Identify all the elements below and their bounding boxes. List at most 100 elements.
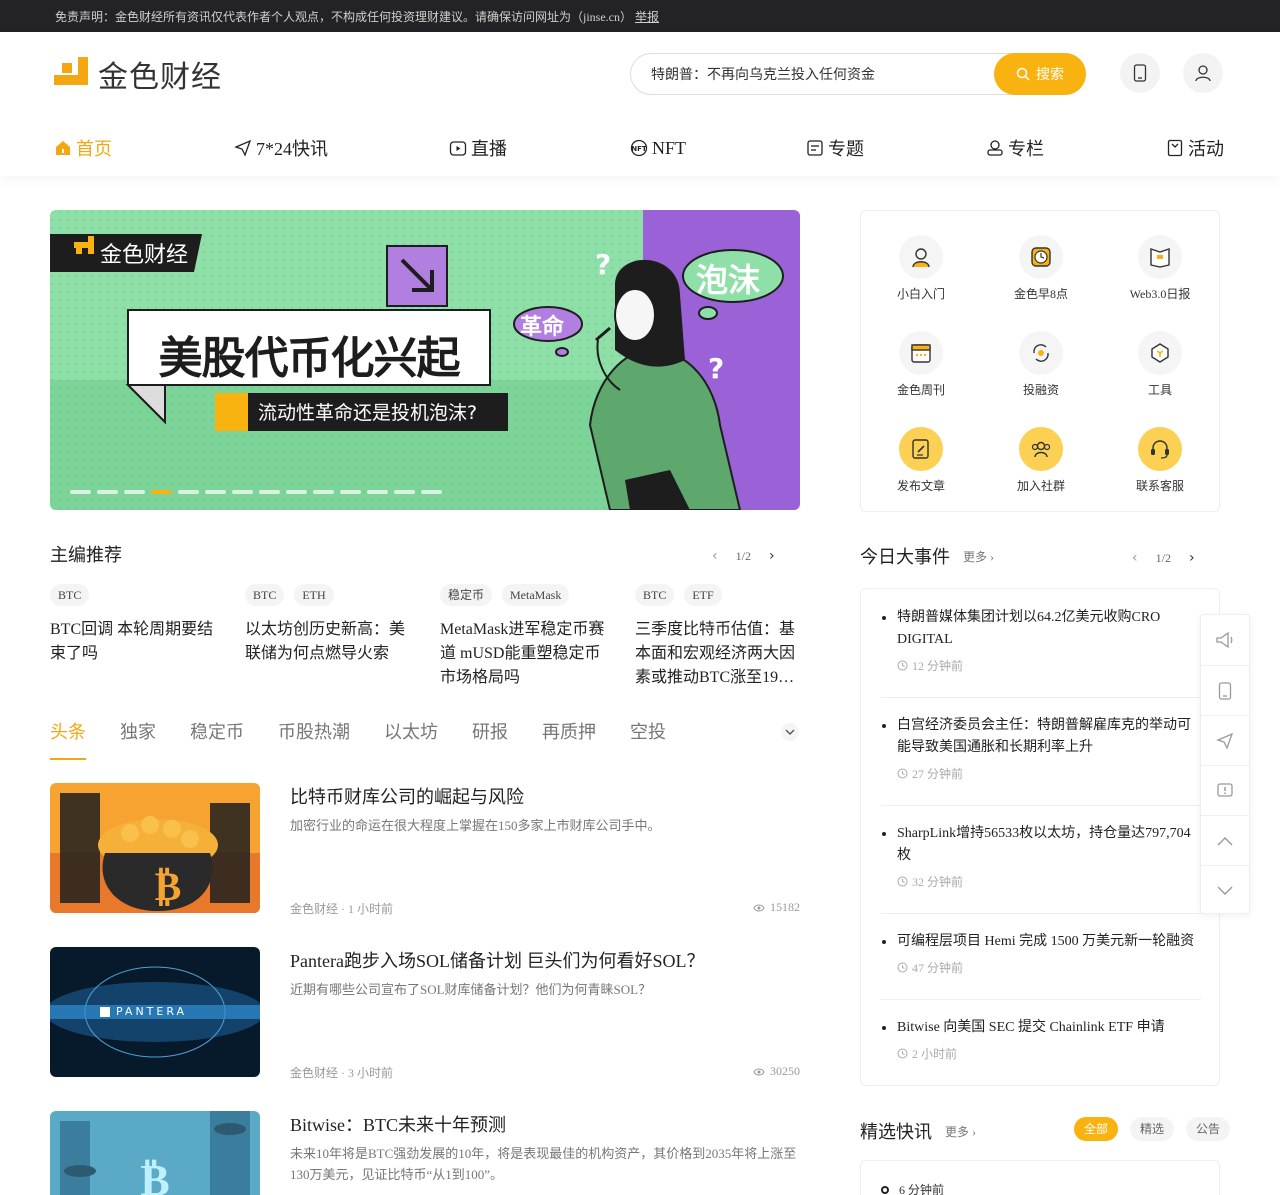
mobile-app-button[interactable] [1201, 665, 1249, 715]
prev-page-icon[interactable]: ‹ [1132, 550, 1138, 566]
banner-dot[interactable] [151, 490, 172, 494]
tab-ethereum[interactable]: 以太坊 [384, 718, 438, 760]
article-item[interactable]: PANTERA Pantera跑步入场SOL储备计划 巨头们为何看好SOL？ 近… [50, 947, 800, 1080]
tab-airdrop[interactable]: 空投 [630, 718, 666, 760]
tag[interactable]: ETF [684, 584, 722, 606]
filter-featured[interactable]: 精选 [1130, 1117, 1175, 1141]
editor-pick-item[interactable]: BTC ETH 以太坊创历史新高：美联储为何点燃导火索 [245, 584, 410, 666]
article-title[interactable]: Pantera跑步入场SOL储备计划 巨头们为何看好SOL？ [290, 947, 704, 973]
article-thumbnail[interactable]: PANTERA [50, 947, 260, 1077]
event-title[interactable]: 特朗普媒体集团计划以64.2亿美元收购CRO DIGITAL [881, 607, 1201, 651]
article-thumbnail[interactable]: ₿ [50, 1111, 260, 1195]
banner-dot[interactable] [259, 490, 280, 494]
tab-exclusive[interactable]: 独家 [120, 718, 156, 760]
nav-home[interactable]: 首页 [54, 132, 112, 164]
banner-dot[interactable] [97, 490, 118, 494]
divider [881, 697, 1201, 698]
feedback-button[interactable] [1201, 765, 1249, 815]
banner-dot[interactable] [205, 490, 226, 494]
banner-dot[interactable] [340, 490, 361, 494]
search-input[interactable] [651, 64, 991, 84]
event-item[interactable]: 白宫经济委员会主任：特朗普解雇库克的举动可能导致美国通胀和长期利率上升 27 分… [881, 715, 1201, 782]
flash-more-link[interactable]: 更多 › [945, 1123, 976, 1140]
event-title[interactable]: Bitwise 向美国 SEC 提交 Chainlink ETF 申请 [881, 1017, 1201, 1039]
banner-dot[interactable] [124, 490, 145, 494]
flash-item[interactable]: 6 分钟前 [881, 1181, 944, 1195]
tab-stablecoin[interactable]: 稳定币 [190, 718, 244, 760]
quick-morning[interactable]: 金色早8点 [991, 235, 1091, 302]
quick-publish[interactable]: 发布文章 [871, 427, 971, 494]
banner-dot[interactable] [421, 490, 442, 494]
next-page-icon[interactable]: › [1189, 550, 1195, 566]
divider [881, 913, 1201, 914]
tag[interactable]: 稳定币 [440, 584, 493, 606]
article-item[interactable]: ₿ Bitwise：BTC未来十年预测 未来10年将是BTC强劲发展的10年，将… [50, 1111, 800, 1195]
nav-column[interactable]: 专栏 [986, 132, 1044, 164]
announcement-button[interactable] [1201, 615, 1249, 665]
nav-topic[interactable]: 专题 [806, 132, 864, 164]
nav-activity[interactable]: 活动 [1166, 132, 1224, 164]
events-more-link[interactable]: 更多 › [963, 548, 994, 565]
prev-page-icon[interactable]: ‹ [712, 548, 718, 564]
event-item[interactable]: SharpLink增持56533枚以太坊，持仓量达797,704枚 32 分钟前 [881, 823, 1201, 890]
banner-dot[interactable] [232, 490, 253, 494]
banner-dot[interactable] [313, 490, 334, 494]
banner-dot[interactable] [286, 490, 307, 494]
nav-flash[interactable]: 7*24快讯 [234, 132, 328, 164]
filter-announcement[interactable]: 公告 [1186, 1117, 1231, 1141]
tab-coin-stock[interactable]: 币股热潮 [278, 718, 350, 760]
nav-nft[interactable]: NFT NFT [630, 132, 686, 164]
article-item[interactable]: ₿ 比特币财库公司的崛起与风险 加密行业的命运在很大程度上掌握在150多家上市财… [50, 783, 800, 916]
article-title[interactable]: Bitwise：BTC未来十年预测 [290, 1111, 506, 1137]
tab-headline[interactable]: 头条 [50, 718, 86, 760]
nav-live[interactable]: 直播 [449, 132, 507, 164]
tag[interactable]: BTC [50, 584, 90, 606]
hero-banner[interactable]: ​ 金色财经 美股代币化兴起 流动性革命还是投机泡沫? 革命 泡沫 ? ? [50, 210, 800, 510]
tag[interactable]: BTC [245, 584, 285, 606]
quick-investment[interactable]: 投融资 [991, 331, 1091, 398]
search-button[interactable]: 搜索 [994, 53, 1086, 95]
editor-pick-title[interactable]: 以太坊创历史新高：美联储为何点燃导火索 [245, 618, 410, 666]
quick-support[interactable]: 联系客服 [1110, 427, 1210, 494]
tag[interactable]: ETH [294, 584, 334, 606]
filter-all[interactable]: 全部 [1074, 1117, 1119, 1141]
banner-dot[interactable] [178, 490, 199, 494]
event-item[interactable]: Bitwise 向美国 SEC 提交 Chainlink ETF 申请 2 小时… [881, 1017, 1201, 1062]
tab-restaking[interactable]: 再质押 [542, 718, 596, 760]
mobile-app-button[interactable] [1120, 53, 1160, 93]
event-title[interactable]: SharpLink增持56533枚以太坊，持仓量达797,704枚 [881, 823, 1201, 867]
share-button[interactable] [1201, 715, 1249, 765]
quick-tools[interactable]: 工具 [1110, 331, 1210, 398]
events-pager: ‹ 1/2 › [1132, 550, 1195, 566]
event-title[interactable]: 白宫经济委员会主任：特朗普解雇库克的举动可能导致美国通胀和长期利率上升 [881, 715, 1201, 759]
site-logo[interactable]: 金色财经 [54, 54, 222, 95]
quick-beginner[interactable]: 小白入门 [871, 235, 971, 302]
scroll-down-button[interactable] [1201, 865, 1249, 915]
quick-community[interactable]: 加入社群 [991, 427, 1091, 494]
tag[interactable]: MetaMask [502, 584, 570, 606]
report-link[interactable]: 举报 [635, 10, 659, 24]
editor-pick-item[interactable]: BTC ETF 三季度比特币估值：基本面和宏观经济两大因素或推动BTC涨至19万美… [635, 584, 800, 690]
article-title[interactable]: 比特币财库公司的崛起与风险 [290, 783, 524, 809]
event-title[interactable]: 可编程层项目 Hemi 完成 1500 万美元新一轮融资 [881, 931, 1201, 953]
editor-pick-title[interactable]: 三季度比特币估值：基本面和宏观经济两大因素或推动BTC涨至19万美元 [635, 618, 800, 690]
scroll-up-button[interactable] [1201, 815, 1249, 865]
banner-dot[interactable] [367, 490, 388, 494]
event-item[interactable]: 特朗普媒体集团计划以64.2亿美元收购CRO DIGITAL 12 分钟前 [881, 607, 1201, 674]
banner-dot[interactable] [394, 490, 415, 494]
editor-pick-item[interactable]: 稳定币 MetaMask MetaMask进军稳定币赛道 mUSD能重塑稳定币市场… [440, 584, 605, 690]
chevron-down-icon[interactable] [780, 722, 800, 742]
article-thumbnail[interactable]: ₿ [50, 783, 260, 913]
quick-weekly[interactable]: 金色周刊 [871, 331, 971, 398]
svg-text:NFT: NFT [631, 145, 647, 153]
quick-web3-daily[interactable]: Web3.0日报 [1110, 235, 1210, 302]
event-item[interactable]: 可编程层项目 Hemi 完成 1500 万美元新一轮融资 47 分钟前 [881, 931, 1201, 976]
tab-research[interactable]: 研报 [472, 718, 508, 760]
editor-pick-title[interactable]: BTC回调 本轮周期要结束了吗 [50, 618, 215, 666]
editor-pick-title[interactable]: MetaMask进军稳定币赛道 mUSD能重塑稳定币市场格局吗 [440, 618, 605, 690]
user-button[interactable] [1183, 53, 1223, 93]
banner-dot[interactable] [70, 490, 91, 494]
next-page-icon[interactable]: › [769, 548, 775, 564]
tag[interactable]: BTC [635, 584, 675, 606]
editor-pick-item[interactable]: BTC BTC回调 本轮周期要结束了吗 [50, 584, 215, 666]
